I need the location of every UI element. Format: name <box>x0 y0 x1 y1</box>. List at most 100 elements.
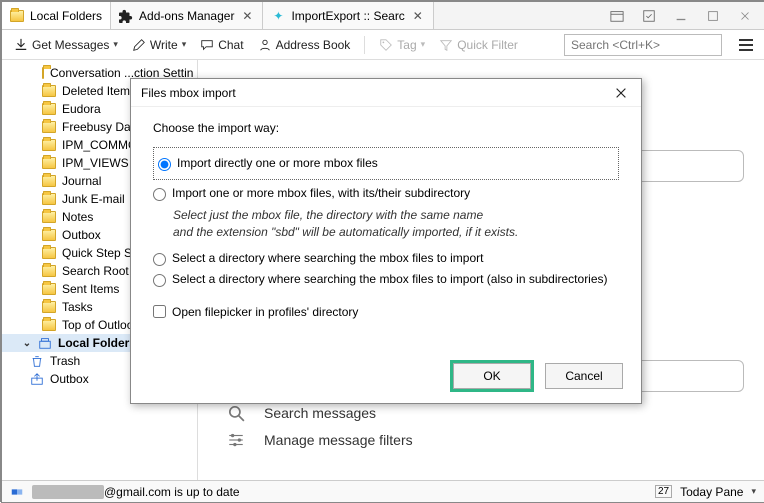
folder-label: Junk E-mail <box>62 192 125 206</box>
search-messages-row[interactable]: Search messages <box>226 403 376 423</box>
outbox-icon <box>30 372 44 386</box>
dialog-title-text: Files mbox import <box>141 86 611 100</box>
filter-icon <box>439 38 453 52</box>
minimize-icon[interactable] <box>666 6 696 26</box>
search-box[interactable] <box>564 34 722 56</box>
activity-icon[interactable] <box>10 485 24 499</box>
folder-label: Outbox <box>62 228 101 242</box>
folder-icon <box>42 85 56 97</box>
write-button[interactable]: Write ▾ <box>128 36 190 54</box>
search-messages-label: Search messages <box>264 405 376 421</box>
search-icon <box>226 403 246 423</box>
radio-label: Import one or more mbox files, with its/… <box>172 186 470 200</box>
app-menu-button[interactable] <box>736 39 756 51</box>
chat-icon <box>200 38 214 52</box>
radio-hint-line: Select just the mbox file, the directory… <box>173 207 619 224</box>
chevron-down-icon: ▾ <box>421 39 426 50</box>
folder-label: Notes <box>62 210 93 224</box>
tab-label: Add-ons Manager <box>139 9 234 23</box>
radio-option-1[interactable]: Import directly one or more mbox files <box>153 147 619 180</box>
status-text: xxxxxxxxxxxx@gmail.com is up to date <box>32 485 240 499</box>
main-toolbar: Get Messages ▾ Write ▾ Chat Address Book… <box>2 30 764 60</box>
star-icon: ✦ <box>271 9 285 23</box>
folder-label: Tasks <box>62 300 93 314</box>
radio-direct[interactable] <box>158 158 171 171</box>
folder-icon <box>42 121 56 133</box>
collapse-icon[interactable]: ⌄ <box>22 338 32 349</box>
trash-icon <box>30 354 44 368</box>
tab-local-folders[interactable]: Local Folders <box>2 2 111 29</box>
folder-icon <box>42 175 56 187</box>
checkbox-label: Open filepicker in profiles' directory <box>172 305 358 319</box>
folder-icon <box>42 319 56 331</box>
pencil-icon <box>132 38 146 52</box>
dialog-heading: Choose the import way: <box>153 121 619 135</box>
profile-dir-checkbox[interactable] <box>153 305 166 318</box>
window-controls <box>602 2 764 29</box>
search-input[interactable] <box>571 38 726 52</box>
calendar-date-icon[interactable]: 27 <box>655 485 672 498</box>
chat-button[interactable]: Chat <box>196 36 247 54</box>
window-close-icon[interactable] <box>730 6 760 26</box>
tag-button[interactable]: Tag ▾ <box>375 36 429 54</box>
manage-filters-label: Manage message filters <box>264 432 413 448</box>
folder-icon <box>42 67 44 79</box>
local-folders-label: Local Folders <box>58 336 136 350</box>
cancel-button[interactable]: Cancel <box>545 363 623 389</box>
folder-icon <box>42 247 56 259</box>
radio-directory-recursive[interactable] <box>153 274 166 287</box>
dialog-close-button[interactable] <box>611 83 631 103</box>
profile-dir-checkbox-row[interactable]: Open filepicker in profiles' directory <box>153 305 619 319</box>
ok-button[interactable]: OK <box>453 363 531 389</box>
folder-label: Deleted Items <box>62 84 136 98</box>
radio-label: Select a directory where searching the m… <box>172 251 483 265</box>
folder-icon <box>42 103 56 115</box>
tab-importexport[interactable]: ✦ ImportExport :: Searc ✕ <box>263 2 433 29</box>
calendar-icon[interactable] <box>602 6 632 26</box>
radio-option-4[interactable]: Select a directory where searching the m… <box>153 272 619 287</box>
folder-label: Freebusy Data <box>62 120 141 134</box>
folder-icon <box>42 283 56 295</box>
folder-icon <box>10 9 24 23</box>
get-messages-button[interactable]: Get Messages ▾ <box>10 36 122 54</box>
folder-icon <box>42 301 56 313</box>
address-book-button[interactable]: Address Book <box>254 36 355 54</box>
dialog-titlebar: Files mbox import <box>131 79 641 107</box>
folder-label: Search Root <box>62 264 129 278</box>
chat-label: Chat <box>218 38 243 52</box>
chevron-down-icon: ▾ <box>113 39 118 50</box>
radio-hint-line: and the extension "sbd" will be automati… <box>173 224 619 241</box>
tasks-icon[interactable] <box>634 6 664 26</box>
separator <box>364 36 365 54</box>
radio-option-3[interactable]: Select a directory where searching the m… <box>153 251 619 266</box>
maximize-icon[interactable] <box>698 6 728 26</box>
folder-icon <box>42 193 56 205</box>
address-book-label: Address Book <box>276 38 351 52</box>
folder-label: IPM_VIEWS <box>62 156 129 170</box>
get-messages-label: Get Messages <box>32 38 109 52</box>
write-label: Write <box>150 38 178 52</box>
import-dialog: Files mbox import Choose the import way:… <box>130 78 642 404</box>
quick-filter-button[interactable]: Quick Filter <box>435 36 522 54</box>
statusbar: xxxxxxxxxxxx@gmail.com is up to date 27 … <box>2 480 764 502</box>
folder-label: Journal <box>62 174 101 188</box>
titlebar: Local Folders Add-ons Manager ✕ ✦ Import… <box>2 2 764 30</box>
folder-label: Eudora <box>62 102 101 116</box>
radio-directory[interactable] <box>153 253 166 266</box>
tag-label: Tag <box>397 38 416 52</box>
tab-label: Local Folders <box>30 9 102 23</box>
tab-addons-manager[interactable]: Add-ons Manager ✕ <box>111 2 263 29</box>
local-folders-icon <box>38 336 52 350</box>
close-icon[interactable]: ✕ <box>411 9 425 23</box>
radio-option-2[interactable]: Import one or more mbox files, with its/… <box>153 186 619 201</box>
folder-icon <box>42 265 56 277</box>
chevron-down-icon[interactable]: ▾ <box>751 486 756 497</box>
folder-icon <box>42 229 56 241</box>
radio-subdir[interactable] <box>153 188 166 201</box>
radio-label: Select a directory where searching the m… <box>172 272 608 286</box>
today-pane-button[interactable]: Today Pane <box>680 485 743 499</box>
close-icon[interactable]: ✕ <box>240 9 254 23</box>
folder-icon <box>42 211 56 223</box>
download-icon <box>14 38 28 52</box>
manage-filters-row[interactable]: Manage message filters <box>226 430 413 450</box>
